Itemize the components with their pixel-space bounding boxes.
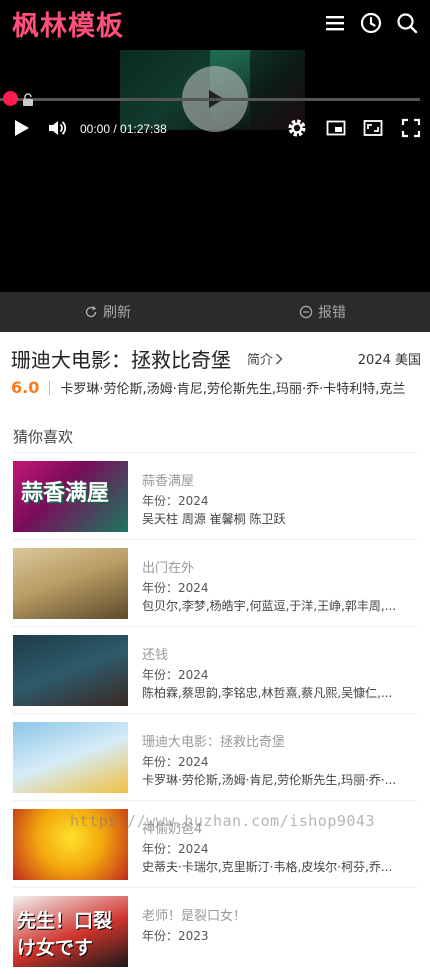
movie-year: 年份：2024 xyxy=(142,581,209,595)
movie-name[interactable]: 还钱 xyxy=(142,644,168,663)
settings-icon[interactable] xyxy=(287,118,309,140)
intro-label: 简介 xyxy=(247,353,274,368)
movie-thumbnail[interactable] xyxy=(13,635,128,706)
movie-title-row: 珊迪大电影：拯救比奇堡 简介 2024 美国 xyxy=(11,344,421,373)
report-label: 报错 xyxy=(318,305,346,321)
movie-year: 年份：2023 xyxy=(142,929,209,943)
fullscreen-icon[interactable] xyxy=(401,118,423,140)
movie-actors: 卡罗琳·劳伦斯,汤姆·肯尼,劳伦斯先生,玛丽·乔·... xyxy=(142,773,397,787)
movie-year: 年份：2024 xyxy=(142,494,209,508)
recommendations-list: 蒜香满屋 蒜香满屋 年份：2024 吴天柱 周源 崔馨桐 陈卫跃 出门在外 年份… xyxy=(13,452,417,974)
thumbnail-title-art: 蒜香满屋 xyxy=(21,480,110,506)
list-item[interactable]: 还钱 年份：2024 陈柏霖,蔡思韵,李铭忠,林哲熹,蔡凡熙,吴慷仁,... xyxy=(13,626,417,713)
movie-year: 年份：2024 xyxy=(142,755,209,769)
movie-title: 珊迪大电影：拯救比奇堡 xyxy=(11,348,231,372)
movie-name[interactable]: 蒜香满屋 xyxy=(142,470,194,489)
intro-link[interactable]: 简介 xyxy=(247,349,283,368)
site-logo[interactable]: 枫林模板 xyxy=(12,4,124,43)
action-bar: 刷新 报错 xyxy=(0,292,430,332)
player-controls: 00:00 / 01:27:38 xyxy=(0,118,430,144)
movie-score: 6.0 xyxy=(11,378,40,397)
refresh-icon xyxy=(85,306,97,318)
movie-actors: 包贝尔,李梦,杨皓宇,何蓝逗,于洋,王峥,郭丰周,... xyxy=(142,599,397,613)
lock-icon[interactable] xyxy=(22,92,34,106)
thumbnail-title-art: 先生！口裂け女です xyxy=(17,910,113,959)
list-item[interactable]: 珊迪大电影：拯救比奇堡 年份：2024 卡罗琳·劳伦斯,汤姆·肯尼,劳伦斯先生,… xyxy=(13,713,417,800)
divider xyxy=(49,380,51,395)
watermark: https://www.huzhan.com/ishop9043 xyxy=(70,812,375,830)
video-player[interactable]: 00:00 / 01:27:38 xyxy=(0,46,430,292)
movie-name[interactable]: 珊迪大电影：拯救比奇堡 xyxy=(142,731,285,750)
movie-thumbnail[interactable] xyxy=(13,722,128,793)
report-icon xyxy=(299,305,313,319)
top-header: 枫林模板 xyxy=(0,0,430,46)
widescreen-icon[interactable] xyxy=(363,118,385,140)
list-item[interactable]: 先生！口裂け女です 老师！是裂口女！ 年份：2023 xyxy=(13,887,417,974)
progress-bar[interactable] xyxy=(0,98,420,101)
movie-name[interactable]: 出门在外 xyxy=(142,557,194,576)
recommendations-heading: 猜你喜欢 xyxy=(13,428,74,446)
play-icon[interactable] xyxy=(11,118,33,140)
history-icon[interactable] xyxy=(360,12,382,34)
score-row: 6.0 卡罗琳·劳伦斯,汤姆·肯尼,劳伦斯先生,玛丽·乔·卡特利特,克兰 xyxy=(11,378,430,397)
picture-in-picture-icon[interactable] xyxy=(326,118,348,140)
movie-thumbnail[interactable]: 蒜香满屋 xyxy=(13,461,128,532)
list-item[interactable]: 蒜香满屋 蒜香满屋 年份：2024 吴天柱 周源 崔馨桐 陈卫跃 xyxy=(13,452,417,539)
movie-actors: 吴天柱 周源 崔馨桐 陈卫跃 xyxy=(142,512,286,526)
movie-cast: 卡罗琳·劳伦斯,汤姆·肯尼,劳伦斯先生,玛丽·乔·卡特利特,克兰 xyxy=(60,382,406,397)
header-icons xyxy=(324,12,418,34)
volume-icon[interactable] xyxy=(47,118,69,140)
movie-thumbnail[interactable] xyxy=(13,548,128,619)
movie-year: 年份：2024 xyxy=(142,842,209,856)
refresh-button[interactable]: 刷新 xyxy=(0,302,215,322)
movie-year: 年份：2024 xyxy=(142,668,209,682)
menu-icon[interactable] xyxy=(324,12,346,34)
movie-actors: 陈柏霖,蔡思韵,李铭忠,林哲熹,蔡凡熙,吴慷仁,... xyxy=(142,686,393,700)
list-item[interactable]: 出门在外 年份：2024 包贝尔,李梦,杨皓宇,何蓝逗,于洋,王峥,郭丰周,..… xyxy=(13,539,417,626)
time-display: 00:00 / 01:27:38 xyxy=(80,122,167,136)
refresh-label: 刷新 xyxy=(103,305,131,321)
chevron-right-icon xyxy=(276,353,283,364)
report-button[interactable]: 报错 xyxy=(215,302,430,322)
search-icon[interactable] xyxy=(396,12,418,34)
movie-actors: 史蒂夫·卡瑞尔,克里斯汀·韦格,皮埃尔·柯芬,乔... xyxy=(142,860,393,874)
progress-handle[interactable] xyxy=(3,91,18,106)
year-country: 2024 美国 xyxy=(357,353,421,368)
movie-name[interactable]: 老师！是裂口女！ xyxy=(142,905,246,924)
